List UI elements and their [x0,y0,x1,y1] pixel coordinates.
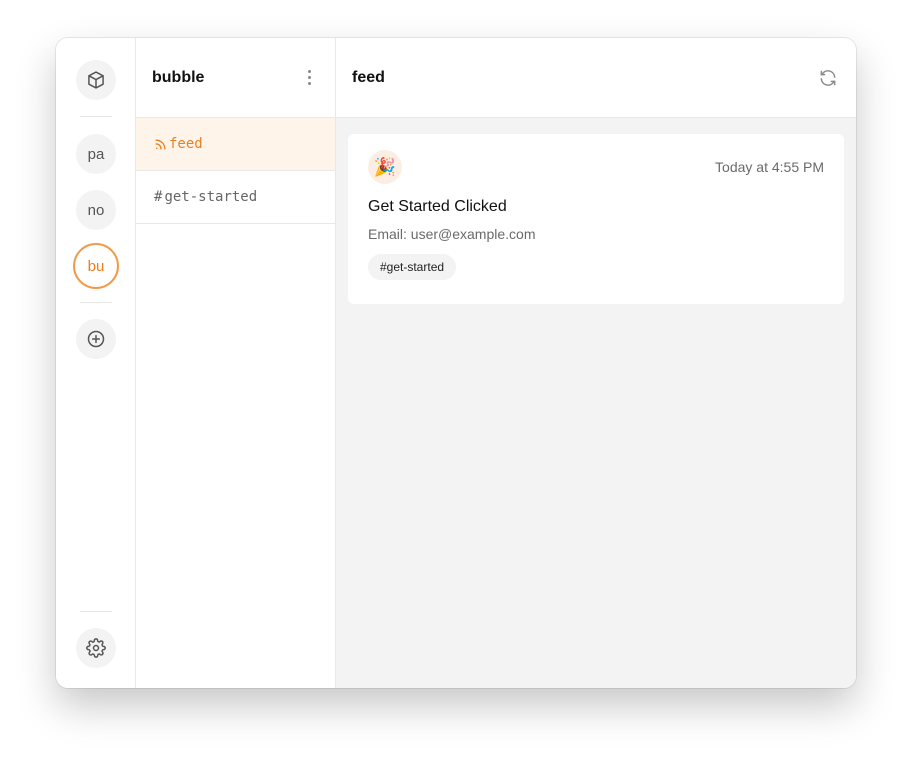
party-popper-icon: 🎉 [368,150,402,184]
channel-label: get-started [164,189,258,205]
workspace-label: bu [87,257,105,275]
app-window: pa no bu bubble feed # get-started feed … [56,38,856,688]
plus-circle-icon[interactable] [76,319,116,359]
event-timestamp: Today at 4:55 PM [715,159,824,175]
workspace-title: bubble [152,68,205,86]
kebab-icon[interactable] [299,66,319,90]
workspace-no[interactable]: no [76,190,116,230]
workspace-label: pa [87,145,105,163]
channel-sidebar: bubble feed # get-started [136,38,336,688]
main-panel: feed 🎉 Today at 4:55 PM Get Started Clic… [336,38,856,688]
hash-glyph: # [154,189,163,205]
event-title: Get Started Clicked [368,198,507,215]
channel-feed[interactable]: feed [136,118,335,171]
refresh-icon[interactable] [816,66,840,90]
rail-divider [80,116,112,117]
channel-get-started[interactable]: # get-started [136,171,335,224]
rail-divider [80,302,112,303]
event-feed: 🎉 Today at 4:55 PM Get Started Clicked E… [336,118,856,320]
workspace-rail: pa no bu [56,38,136,688]
channel-label: feed [169,136,203,152]
box-icon[interactable] [76,60,116,100]
workspace-bu[interactable]: bu [73,243,119,289]
rss-icon [154,138,167,151]
event-detail: Email: user@example.com [368,226,536,242]
gear-icon[interactable] [76,628,116,668]
sidebar-header: bubble [136,38,335,118]
main-header: feed [336,38,856,118]
event-card[interactable]: 🎉 Today at 4:55 PM Get Started Clicked E… [348,134,844,304]
workspace-pa[interactable]: pa [76,134,116,174]
workspace-label: no [87,201,105,219]
event-tag[interactable]: #get-started [368,254,457,280]
rail-divider [80,611,112,612]
page-title: feed [352,68,385,86]
